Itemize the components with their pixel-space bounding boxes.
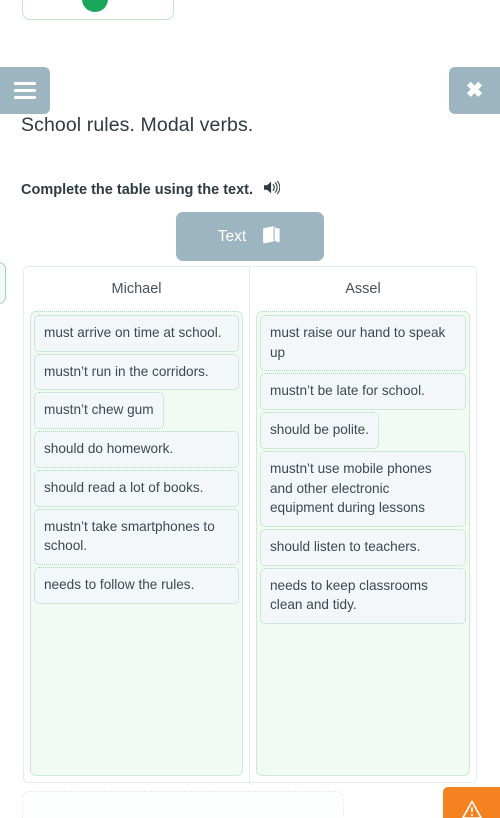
warning-triangle-icon xyxy=(460,798,484,818)
task-instruction: Complete the table using the text. xyxy=(21,182,254,198)
dropzone-assel[interactable]: must raise our hand to speak up mustn’t … xyxy=(256,311,470,776)
answer-chip[interactable]: mustn’t take smartphones to school. xyxy=(34,508,239,565)
answer-chip[interactable]: mustn’t use mobile phones and other elec… xyxy=(260,450,466,527)
text-button-label: Text xyxy=(217,227,247,245)
answer-chip[interactable]: must raise our hand to speak up xyxy=(260,315,466,372)
page-title: School rules. Modal verbs. xyxy=(21,114,254,136)
hamburger-menu-icon xyxy=(14,82,36,99)
book-icon xyxy=(260,225,282,248)
text-button[interactable]: Text xyxy=(176,212,324,261)
column-header-assel: Assel xyxy=(345,281,381,297)
menu-button[interactable] xyxy=(0,67,50,114)
answer-chip[interactable]: should be polite. xyxy=(260,412,380,449)
answer-chip[interactable]: needs to keep classrooms clean and tidy. xyxy=(260,567,466,625)
close-button[interactable]: ✖ xyxy=(449,67,500,114)
column-header-michael: Michael xyxy=(111,281,162,297)
answer-chip[interactable]: should read a lot of books. xyxy=(34,469,239,507)
answer-chip[interactable]: mustn’t run in the corridors. xyxy=(34,353,239,391)
close-icon: ✖ xyxy=(465,79,484,102)
report-problem-button[interactable] xyxy=(443,787,500,818)
answer-chip[interactable]: mustn’t chew gum xyxy=(34,392,164,430)
table-column-michael: Michael must arrive on time at school. m… xyxy=(24,267,250,782)
speaker-icon[interactable] xyxy=(263,180,281,200)
dropzone-michael[interactable]: must arrive on time at school. mustn’t r… xyxy=(30,311,243,776)
bottom-dropzone[interactable] xyxy=(22,791,344,818)
exercise-page: ✖ School rules. Modal verbs. Complete th… xyxy=(0,0,500,818)
answers-table: Michael must arrive on time at school. m… xyxy=(23,266,477,783)
answer-chip[interactable]: mustn’t be late for school. xyxy=(260,373,466,411)
task-instruction-row: Complete the table using the text. xyxy=(21,180,281,200)
answer-chip[interactable]: should do homework. xyxy=(34,431,239,468)
answer-chip[interactable]: should listen to teachers. xyxy=(260,528,466,566)
offscreen-dropzone-sliver xyxy=(0,262,6,304)
answer-chip[interactable]: needs to follow the rules. xyxy=(34,566,239,604)
answer-chip[interactable]: must arrive on time at school. xyxy=(34,315,239,352)
table-column-assel: Assel must raise our hand to speak up mu… xyxy=(250,267,476,782)
